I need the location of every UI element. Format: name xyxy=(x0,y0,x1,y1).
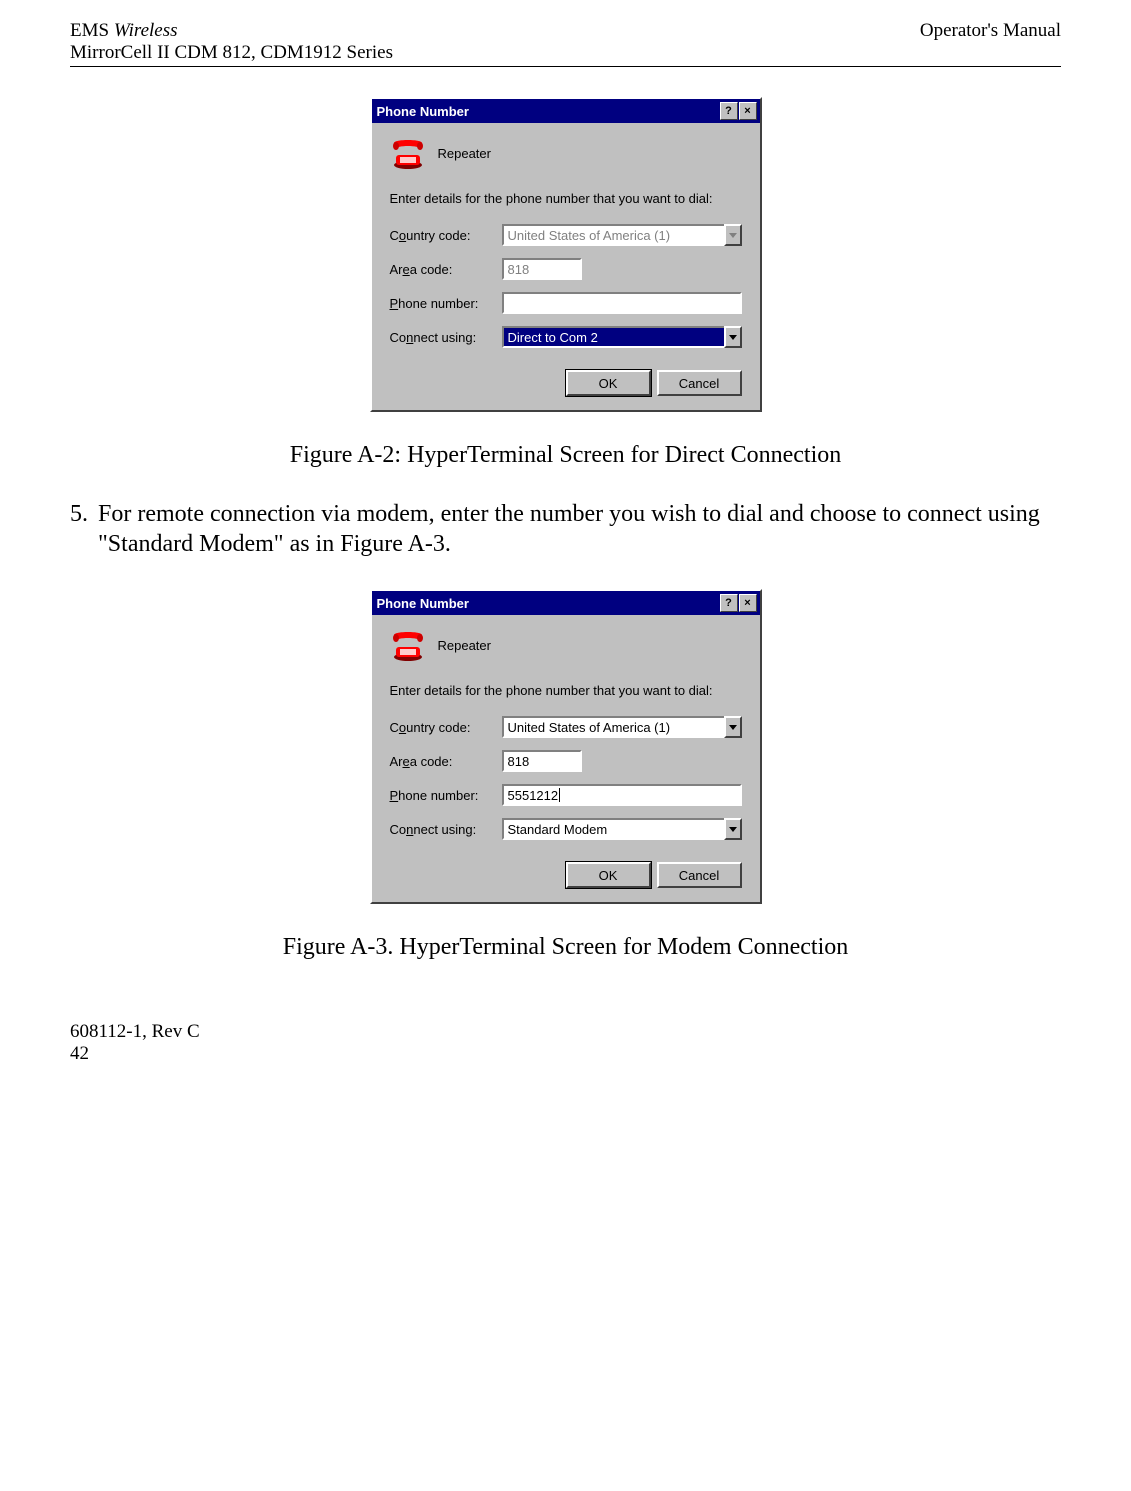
help-button[interactable]: ? xyxy=(720,102,738,120)
connect-combo[interactable]: Direct to Com 2 xyxy=(502,326,742,348)
phone-row: Phone number: xyxy=(390,292,742,314)
phone-input[interactable] xyxy=(502,292,742,314)
ok-button[interactable]: OK xyxy=(566,370,651,396)
area-label: Area code: xyxy=(390,262,502,277)
cancel-button[interactable]: Cancel xyxy=(657,370,742,396)
phone-input[interactable]: 5551212 xyxy=(502,784,742,806)
text-cursor xyxy=(559,788,560,802)
area-label: Area code: xyxy=(390,754,502,769)
country-input[interactable]: United States of America (1) xyxy=(502,716,724,738)
body-paragraph: 5. For remote connection via modem, ente… xyxy=(70,499,1061,559)
page-footer: 608112-1, Rev C 42 xyxy=(70,1021,1061,1065)
connect-input[interactable]: Direct to Com 2 xyxy=(502,326,724,348)
footer-page-number: 42 xyxy=(70,1043,1061,1065)
country-input: United States of America (1) xyxy=(502,224,724,246)
connect-dropdown-button[interactable] xyxy=(724,326,742,348)
cancel-button[interactable]: Cancel xyxy=(657,862,742,888)
connect-label: Connect using: xyxy=(390,330,502,345)
connect-input[interactable]: Standard Modem xyxy=(502,818,724,840)
connect-row: Connect using: Standard Modem xyxy=(390,818,742,840)
page-header: EMS Wireless MirrorCell II CDM 812, CDM1… xyxy=(70,20,1061,67)
country-label: Country code: xyxy=(390,720,502,735)
dialog1-container: Phone Number ? × Repeater Enter details … xyxy=(70,97,1061,412)
header-left: EMS Wireless MirrorCell II CDM 812, CDM1… xyxy=(70,20,393,64)
dialog2-titlebar[interactable]: Phone Number ? × xyxy=(372,591,760,615)
header-title-2: MirrorCell II CDM 812, CDM1912 Series xyxy=(70,42,393,64)
instruction-text: Enter details for the phone number that … xyxy=(390,683,742,698)
country-label: Country code: xyxy=(390,228,502,243)
dialog1-titlebar[interactable]: Phone Number ? × xyxy=(372,99,760,123)
titlebar-buttons: ? × xyxy=(720,102,757,120)
header-title-1: EMS Wireless xyxy=(70,20,393,42)
phone-label: Phone number: xyxy=(390,788,502,803)
area-input[interactable]: 818 xyxy=(502,750,582,772)
ok-button[interactable]: OK xyxy=(566,862,651,888)
help-button[interactable]: ? xyxy=(720,594,738,612)
footer-line1: 608112-1, Rev C xyxy=(70,1021,1061,1043)
titlebar-buttons: ? × xyxy=(720,594,757,612)
area-input: 818 xyxy=(502,258,582,280)
dialog1-body: Repeater Enter details for the phone num… xyxy=(372,123,760,410)
instruction-text: Enter details for the phone number that … xyxy=(390,191,742,206)
dialog2-title: Phone Number xyxy=(375,596,720,611)
country-combo: United States of America (1) xyxy=(502,224,742,246)
phone-label: Phone number: xyxy=(390,296,502,311)
chevron-down-icon xyxy=(729,725,737,730)
country-dropdown-button[interactable] xyxy=(724,716,742,738)
country-combo[interactable]: United States of America (1) xyxy=(502,716,742,738)
phone-number-dialog-modem: Phone Number ? × Repeater Enter details … xyxy=(370,589,762,904)
list-content: For remote connection via modem, enter t… xyxy=(98,499,1061,559)
country-dropdown-button xyxy=(724,224,742,246)
phone-icon xyxy=(390,135,426,171)
icon-row: Repeater xyxy=(390,135,742,171)
figure1-caption: Figure A-2: HyperTerminal Screen for Dir… xyxy=(70,442,1061,469)
phone-number-dialog-direct: Phone Number ? × Repeater Enter details … xyxy=(370,97,762,412)
button-row: OK Cancel xyxy=(390,862,742,888)
chevron-down-icon xyxy=(729,233,737,238)
chevron-down-icon xyxy=(729,827,737,832)
connect-label: Connect using: xyxy=(390,822,502,837)
list-number: 5. xyxy=(70,499,98,559)
connect-dropdown-button[interactable] xyxy=(724,818,742,840)
dialog2-body: Repeater Enter details for the phone num… xyxy=(372,615,760,902)
icon-label: Repeater xyxy=(438,638,491,653)
chevron-down-icon xyxy=(729,335,737,340)
dialog1-title: Phone Number xyxy=(375,104,720,119)
icon-label: Repeater xyxy=(438,146,491,161)
country-row: Country code: United States of America (… xyxy=(390,224,742,246)
country-row: Country code: United States of America (… xyxy=(390,716,742,738)
connect-combo[interactable]: Standard Modem xyxy=(502,818,742,840)
close-button[interactable]: × xyxy=(739,102,757,120)
header-right: Operator's Manual xyxy=(920,20,1061,64)
phone-icon xyxy=(390,627,426,663)
button-row: OK Cancel xyxy=(390,370,742,396)
icon-row: Repeater xyxy=(390,627,742,663)
dialog2-container: Phone Number ? × Repeater Enter details … xyxy=(70,589,1061,904)
figure2-caption: Figure A-3. HyperTerminal Screen for Mod… xyxy=(70,934,1061,961)
area-row: Area code: 818 xyxy=(390,258,742,280)
area-row: Area code: 818 xyxy=(390,750,742,772)
connect-row: Connect using: Direct to Com 2 xyxy=(390,326,742,348)
phone-row: Phone number: 5551212 xyxy=(390,784,742,806)
close-button[interactable]: × xyxy=(739,594,757,612)
